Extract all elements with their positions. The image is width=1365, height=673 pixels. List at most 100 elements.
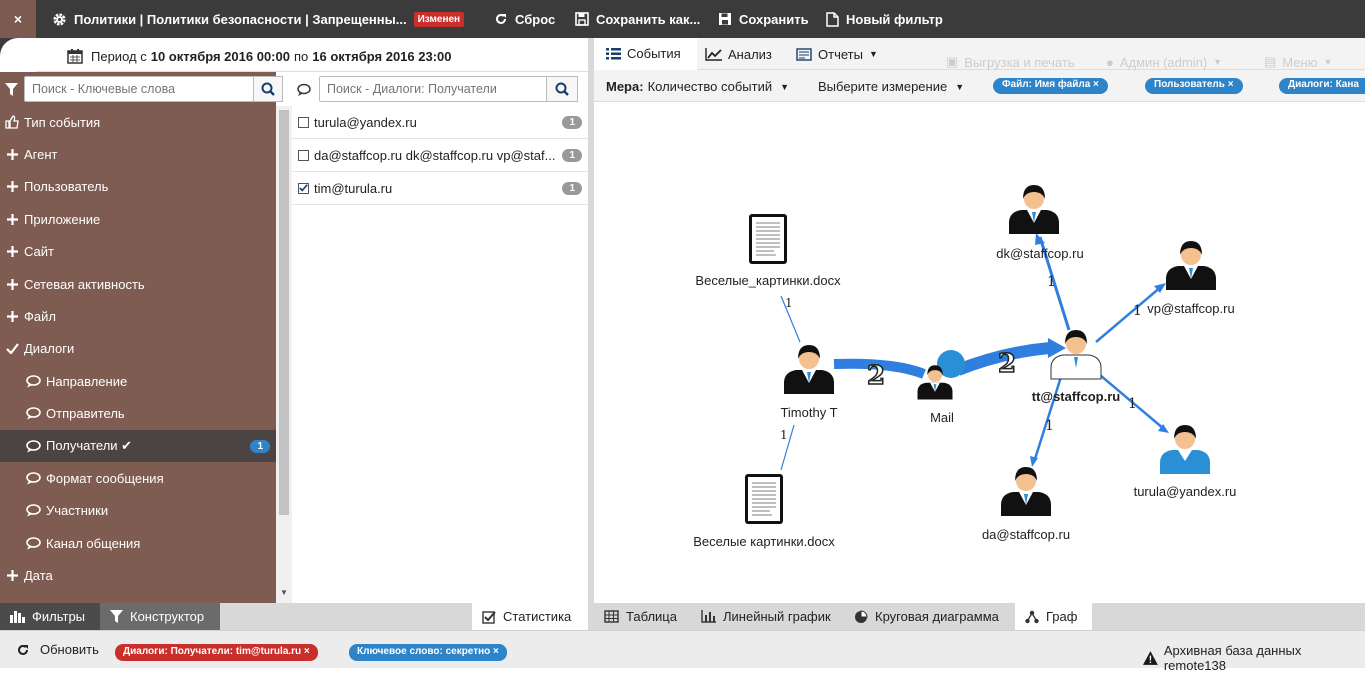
- sidebar-item[interactable]: Сетевая активность: [0, 268, 276, 300]
- tab-line-chart-label: Линейный график: [723, 609, 831, 624]
- chevron-down-icon: ▼: [868, 49, 878, 59]
- dimension-select[interactable]: Выберите измерение ▼: [818, 79, 964, 94]
- plus-icon: [0, 570, 24, 582]
- view-tabs: События Анализ Отчеты ▼ ▣ Выгрузка и печ…: [594, 38, 1365, 70]
- sidebar-item[interactable]: Получатели ✔ 1: [0, 430, 276, 462]
- save-as-button[interactable]: Сохранить как...: [575, 0, 700, 38]
- dimension-chip-dialogs[interactable]: Диалоги: Кана: [1279, 78, 1365, 94]
- plus-icon: [0, 181, 24, 193]
- active-filter-chip-keyword[interactable]: Ключевое слово: секретно ×: [349, 644, 507, 661]
- filter-icon: [5, 83, 18, 96]
- sidebar-item-label: Сайт: [24, 244, 54, 260]
- list-item[interactable]: turula@yandex.ru 1: [292, 106, 588, 139]
- measure-label: Мера:: [606, 79, 644, 94]
- dimension-chip-file[interactable]: Файл: Имя файла ×: [993, 78, 1108, 94]
- sidebar-item-label: Файл: [24, 308, 56, 324]
- sidebar-item[interactable]: Участники: [0, 495, 276, 527]
- sidebar-item[interactable]: Диалоги: [0, 333, 276, 365]
- sidebar-item[interactable]: Тип события: [0, 106, 276, 138]
- sidebar-item-label: Направление: [46, 373, 128, 389]
- node-turula-label: turula@yandex.ru: [1134, 484, 1237, 499]
- node-timothy[interactable]: Timothy T: [780, 345, 838, 420]
- dimension-label: Выберите измерение: [818, 79, 948, 94]
- node-tt[interactable]: tt@staffcop.ru: [1032, 330, 1121, 404]
- tab-constructor[interactable]: Конструктор: [100, 603, 220, 630]
- tab-pie-chart[interactable]: Круговая диаграмма: [844, 603, 1009, 630]
- period-text[interactable]: Период с 10 октября 2016 00:00 по 16 окт…: [67, 46, 452, 66]
- sidebar-item[interactable]: Отправитель: [0, 398, 276, 430]
- filter-icon: [110, 609, 123, 623]
- node-doc2[interactable]: Веселые картинки.docx: [693, 473, 835, 549]
- sidebar-item[interactable]: Агент: [0, 138, 276, 170]
- chevron-down-icon: ▼: [1323, 57, 1333, 67]
- chat-icon: [22, 536, 46, 550]
- node-vp[interactable]: vp@staffcop.ru: [1147, 241, 1235, 316]
- tab-analysis[interactable]: Анализ: [705, 38, 772, 70]
- sidebar-item[interactable]: Приложение: [0, 203, 276, 235]
- keyword-search-button[interactable]: [253, 76, 283, 102]
- sidebar-item[interactable]: Дата: [0, 560, 276, 592]
- save-icon: [719, 13, 731, 25]
- new-filter-button[interactable]: Новый фильтр: [826, 0, 943, 38]
- tab-filters[interactable]: Фильтры: [0, 603, 100, 630]
- search-icon: [261, 82, 275, 96]
- count-badge: 1: [562, 115, 582, 129]
- sidebar-item[interactable]: Пользователь: [0, 171, 276, 203]
- node-doc1[interactable]: Веселые_картинки.docx: [695, 213, 841, 288]
- dialog-search-button[interactable]: [546, 76, 578, 102]
- node-da-label: da@staffcop.ru: [982, 527, 1070, 542]
- sidebar-item-label: Канал общения: [46, 535, 141, 551]
- refresh-button[interactable]: Обновить: [16, 642, 99, 657]
- close-button[interactable]: ×: [0, 0, 36, 38]
- reset-button[interactable]: Сброс: [494, 0, 555, 38]
- sidebar-item[interactable]: Файл: [0, 300, 276, 332]
- keyword-search-input[interactable]: [24, 76, 254, 102]
- count-badge: 1: [250, 439, 270, 453]
- calendar-icon: [67, 49, 83, 64]
- chat-bubble-icon: [297, 83, 311, 96]
- tab-pie-chart-label: Круговая диаграмма: [875, 609, 999, 624]
- active-filter-chip-recipient[interactable]: Диалоги: Получатели: tim@turula.ru ×: [115, 644, 318, 661]
- export-print-button[interactable]: ▣ Выгрузка и печать: [946, 52, 1075, 72]
- chat-icon: [22, 472, 46, 485]
- sidebar-item[interactable]: Сайт: [0, 236, 276, 268]
- save-button[interactable]: Сохранить: [718, 0, 809, 38]
- line-chart-icon: [705, 47, 722, 61]
- tab-statistics[interactable]: Статистика: [472, 603, 588, 630]
- node-dk[interactable]: dk@staffcop.ru: [996, 185, 1084, 261]
- sidebar-item[interactable]: Направление: [0, 365, 276, 397]
- archive-db-indicator[interactable]: Архивная база данных remote138: [1143, 643, 1365, 673]
- row-checkbox[interactable]: [298, 182, 309, 194]
- row-checkbox[interactable]: [298, 116, 309, 128]
- edge-label-timothy-mail: 2: [867, 361, 885, 391]
- measure-select[interactable]: Мера: Количество событий ▼: [606, 79, 789, 94]
- dimension-chip-user[interactable]: Пользователь ×: [1145, 78, 1243, 94]
- main-menu[interactable]: ▤ Меню ▼: [1264, 52, 1332, 72]
- dialog-search-input[interactable]: [319, 76, 548, 102]
- plus-icon: [0, 148, 24, 160]
- node-mail[interactable]: Mail: [917, 350, 966, 425]
- sidebar-scrollbar-thumb[interactable]: [279, 110, 289, 515]
- list-icon: [606, 47, 621, 59]
- node-da[interactable]: da@staffcop.ru: [982, 467, 1070, 542]
- row-checkbox[interactable]: [298, 149, 309, 161]
- scroll-down-arrow-icon[interactable]: ▼: [280, 588, 288, 597]
- refresh-icon: [18, 644, 28, 655]
- sidebar-item-label: Формат сообщения: [46, 470, 164, 486]
- tab-graph[interactable]: Граф: [1015, 603, 1092, 630]
- list-item[interactable]: da@staffcop.ru dk@staffcop.ru vp@staf...…: [292, 139, 588, 172]
- graph-svg: 1 1 2 2 1 1 1 1 Веселые_картинки.docx Ве…: [693, 185, 1237, 549]
- tab-line-chart[interactable]: Линейный график: [691, 603, 841, 630]
- tab-table[interactable]: Таблица: [594, 603, 687, 630]
- tab-events[interactable]: События: [594, 38, 697, 70]
- tab-reports[interactable]: Отчеты ▼: [796, 38, 878, 70]
- list-item[interactable]: tim@turula.ru 1: [292, 172, 588, 205]
- sidebar-item[interactable]: Формат сообщения: [0, 462, 276, 494]
- tab-filters-label: Фильтры: [32, 609, 86, 624]
- sidebar-item[interactable]: Канал общения: [0, 527, 276, 559]
- admin-menu[interactable]: ● Админ (admin) ▼: [1106, 52, 1222, 72]
- node-turula[interactable]: turula@yandex.ru: [1134, 425, 1237, 499]
- period-mid: по: [293, 48, 309, 64]
- list-item-label: da@staffcop.ru dk@staffcop.ru vp@staf...: [314, 147, 556, 163]
- bar-chart-icon: [10, 611, 25, 623]
